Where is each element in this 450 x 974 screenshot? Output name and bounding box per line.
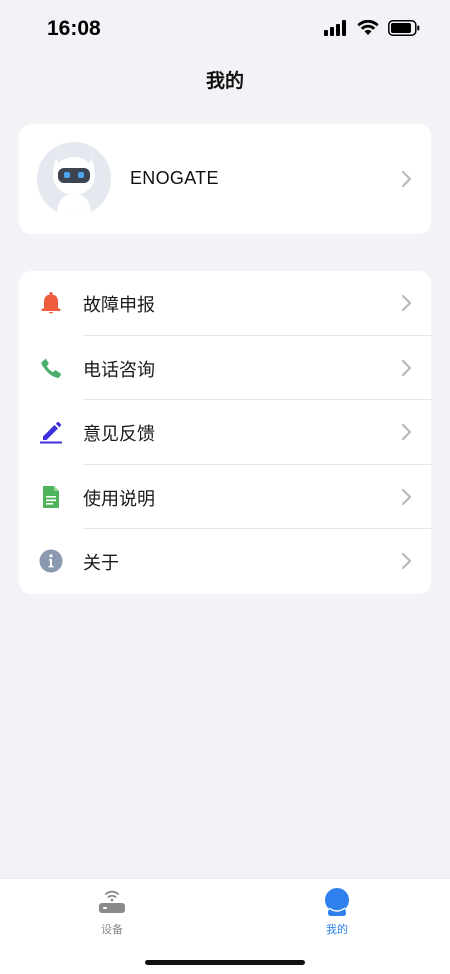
menu-item-label: 电话咨询 (83, 359, 155, 381)
home-indicator (145, 960, 305, 965)
chevron-right-icon (401, 488, 412, 505)
menu-item-about[interactable]: 关于 (19, 529, 431, 594)
username: ENOGATE (130, 168, 219, 188)
tab-mine[interactable]: 我的 (292, 887, 382, 943)
phone-icon (41, 358, 61, 378)
menu-item-label: 意见反馈 (83, 424, 155, 446)
info-icon (39, 549, 63, 573)
page-title: 我的 (205, 70, 244, 92)
bell-icon (41, 292, 61, 314)
wifi-icon (357, 20, 379, 35)
menu-card: 故障申报 电话咨询 意见反馈 使用说明 关于 (19, 271, 431, 594)
cellular-signal-icon (324, 20, 346, 36)
user-icon (325, 888, 349, 916)
robot-avatar-icon (37, 142, 111, 216)
chevron-right-icon (401, 294, 412, 312)
menu-item-label: 使用说明 (83, 488, 155, 510)
status-bar: 16:08 (0, 0, 450, 56)
router-icon (99, 890, 125, 913)
pencil-icon (40, 422, 62, 444)
menu-item-feedback[interactable]: 意见反馈 (19, 400, 431, 465)
tab-bar: 设备 我的 (0, 878, 450, 974)
tab-label: 我的 (326, 923, 348, 936)
menu-item-phone-consult[interactable]: 电话咨询 (19, 336, 431, 401)
menu-item-label: 关于 (83, 553, 119, 575)
screen: 16:08 我的 ENOGATE 故障申报 电话咨询 意见反馈 使用说明 关于 … (0, 0, 450, 974)
status-time: 16:08 (47, 17, 101, 40)
menu-item-label: 故障申报 (83, 295, 155, 316)
profile-card[interactable]: ENOGATE (19, 124, 431, 234)
chevron-right-icon (401, 359, 412, 376)
document-icon (43, 485, 59, 508)
chevron-right-icon (401, 553, 412, 570)
menu-item-fault-report[interactable]: 故障申报 (19, 271, 431, 336)
avatar (37, 142, 111, 216)
battery-icon (388, 20, 420, 36)
tab-devices[interactable]: 设备 (67, 887, 157, 943)
chevron-right-icon (401, 170, 412, 188)
chevron-right-icon (401, 424, 412, 441)
menu-item-user-guide[interactable]: 使用说明 (19, 465, 431, 530)
tab-label: 设备 (101, 923, 123, 936)
status-icons (324, 20, 420, 36)
